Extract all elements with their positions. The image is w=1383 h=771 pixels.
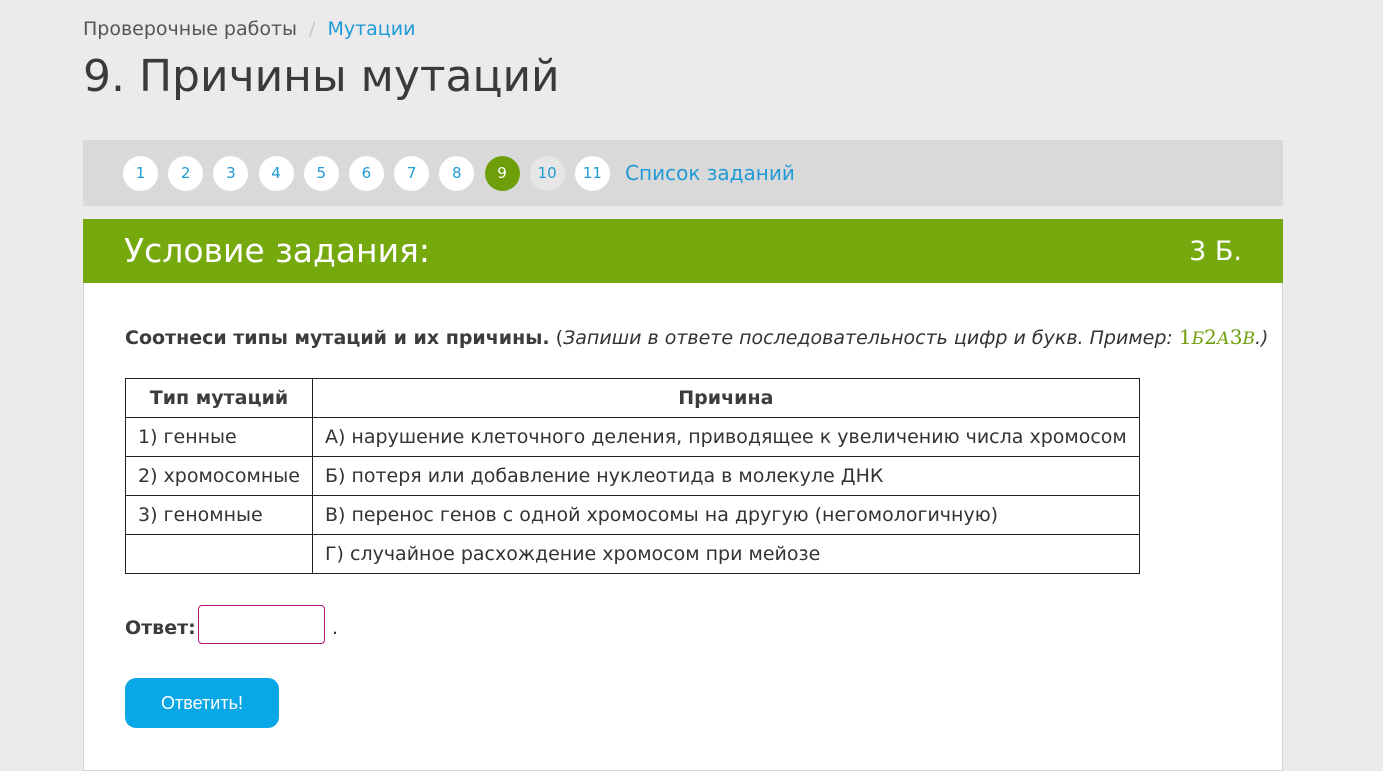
task-number-7[interactable]: 7 [394,156,430,191]
task-number-10[interactable]: 10 [529,156,565,191]
task-number-3[interactable]: 3 [213,156,249,191]
submit-answer-button[interactable]: Ответить! [125,678,279,728]
question-text: Соотнеси типы мутаций и их причины. (Зап… [125,324,1268,352]
task-number-8[interactable]: 8 [439,156,475,191]
question-close: .) [1254,327,1269,349]
task-number-4[interactable]: 4 [258,156,294,191]
breadcrumb-separator: / [309,18,316,40]
task-number-6[interactable]: 6 [348,156,384,191]
answer-example: 1Б2А3В [1178,325,1255,349]
answer-input[interactable] [198,605,325,644]
question-bold: Соотнеси типы мутаций и их причины. [125,327,550,349]
answer-label: Ответ: [125,617,196,639]
task-number-2[interactable]: 2 [168,156,204,191]
table-header-row: Тип мутаций Причина [125,378,1140,418]
task-number-5[interactable]: 5 [303,156,339,191]
task-points: 3 Б. [1189,236,1242,267]
task-number-11[interactable]: 11 [574,156,610,191]
task-navigation: 1 2 3 4 5 6 7 8 9 10 11 Список заданий [83,140,1283,206]
task-card-header: Условие задания: 3 Б. [83,219,1283,283]
breadcrumb-current[interactable]: Мутации [327,18,415,40]
page-title: 9. Причины мутаций [83,51,560,102]
table-cell-type: 3) геномные [125,495,313,535]
task-list-link[interactable]: Список заданий [625,156,795,191]
task-number-9-active[interactable]: 9 [484,156,520,191]
table-cell-type [125,534,313,574]
table-row: 3) геномные В) перенос генов с одной хро… [125,495,1140,535]
answer-suffix: . [332,617,339,639]
question-instructions: Запиши в ответе последовательность цифр … [563,327,1179,349]
column-header-cause: Причина [311,378,1140,418]
table-cell-cause: Б) потеря или добавление нуклеотида в мо… [311,456,1140,496]
column-header-type: Тип мутаций [125,378,313,418]
table-cell-cause: А) нарушение клеточного деления, приводя… [311,417,1140,457]
table-row: Г) случайное расхождение хромосом при ме… [125,534,1140,574]
table-cell-type: 1) генные [125,417,313,457]
table-cell-cause: Г) случайное расхождение хромосом при ме… [311,534,1140,574]
table-cell-type: 2) хромосомные [125,456,313,496]
matching-table: Тип мутаций Причина 1) генные А) нарушен… [125,378,1140,574]
breadcrumb-parent[interactable]: Проверочные работы [83,18,297,40]
question-open-paren: ( [555,327,564,349]
table-cell-cause: В) перенос генов с одной хромосомы на др… [311,495,1140,535]
breadcrumb: Проверочные работы / Мутации [83,16,415,42]
table-row: 1) генные А) нарушение клеточного делени… [125,417,1140,457]
task-condition-title: Условие задания: [124,231,431,270]
task-card: Условие задания: 3 Б. Соотнеси типы мута… [83,219,1283,771]
task-number-1[interactable]: 1 [123,156,158,191]
table-row: 2) хромосомные Б) потеря или добавление … [125,456,1140,496]
